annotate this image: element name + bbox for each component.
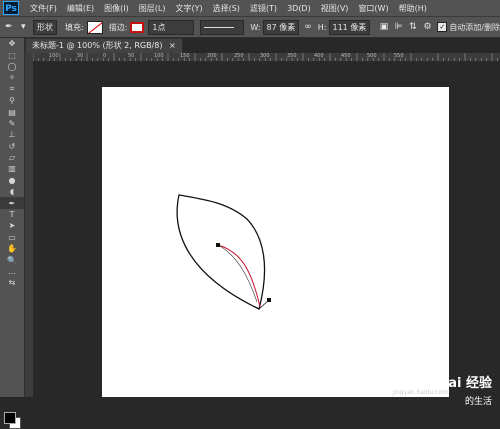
tool-mode-select[interactable]: 形状 xyxy=(33,19,57,35)
stroke-width-field[interactable]: 1点 xyxy=(148,19,195,35)
pen-tool-icon[interactable]: ✒ xyxy=(0,197,24,209)
type-tool-icon[interactable]: T xyxy=(0,209,24,220)
auto-add-delete-checkbox[interactable]: ✓ xyxy=(437,22,448,32)
dodge-tool-icon[interactable]: ◖ xyxy=(0,186,24,197)
link-icon[interactable]: ∞ xyxy=(302,21,314,33)
eraser-tool-icon[interactable]: ▱ xyxy=(0,152,24,163)
menu-view[interactable]: 视图(V) xyxy=(316,3,354,14)
stroke-label: 描边: xyxy=(108,22,128,32)
zoom-tool-icon[interactable]: 🔍 xyxy=(0,254,24,265)
history-brush-tool-icon[interactable]: ↺ xyxy=(0,141,24,152)
pen-tool-preset-icon[interactable]: ✒ xyxy=(3,21,15,33)
ruler-label: 250 xyxy=(234,53,244,59)
tools-panel: ✥ ⬚ ◯ ✧ ⌗ ⚲ ▤ ✎ ⊥ ↺ ▱ ▥ ● ◖ ✒ T ➤ ▭ ✋ 🔍 … xyxy=(0,38,25,429)
ruler-label: 300 xyxy=(260,53,270,59)
path-alignment-icon[interactable]: ⊫ xyxy=(393,21,405,33)
path-arrangement-icon[interactable]: ⇅ xyxy=(407,21,419,33)
brush-tool-icon[interactable]: ✎ xyxy=(0,118,24,129)
ruler-label: 100 xyxy=(49,53,59,59)
healing-brush-tool-icon[interactable]: ▤ xyxy=(0,106,24,117)
ruler-label: 200 xyxy=(207,53,217,59)
menu-edit[interactable]: 编辑(E) xyxy=(62,3,99,14)
menu-file[interactable]: 文件(F) xyxy=(25,3,62,14)
ruler-label: 150 xyxy=(180,53,190,59)
auto-add-delete-label: 自动添加/删除 xyxy=(449,22,500,32)
ruler-label: 450 xyxy=(341,53,351,59)
ruler-label: 100 xyxy=(154,53,164,59)
chevron-down-icon[interactable]: ▾ xyxy=(18,21,30,33)
width-field[interactable]: 87 像素 xyxy=(262,19,300,35)
ruler-label: 500 xyxy=(367,53,377,59)
menu-help[interactable]: 帮助(H) xyxy=(394,3,432,14)
color-swatches[interactable] xyxy=(4,412,21,429)
path-operations-icon[interactable]: ▣ xyxy=(378,21,390,33)
width-label: W: xyxy=(250,22,261,32)
hand-tool-icon[interactable]: ✋ xyxy=(0,243,24,254)
menu-window[interactable]: 窗口(W) xyxy=(353,3,393,14)
stroke-swatch[interactable] xyxy=(130,21,145,33)
ruler-label: 550 xyxy=(394,53,404,59)
ruler-label: 50 xyxy=(128,53,135,59)
more-tools-icon[interactable]: … xyxy=(0,266,24,277)
leaf-drawing xyxy=(176,194,271,310)
path-selection-tool-icon[interactable]: ➤ xyxy=(0,220,24,231)
clone-stamp-tool-icon[interactable]: ⊥ xyxy=(0,129,24,140)
height-label: H: xyxy=(317,22,327,32)
fill-label: 填充: xyxy=(65,22,84,32)
menu-layer[interactable]: 图层(L) xyxy=(134,3,171,14)
close-icon[interactable]: × xyxy=(169,41,176,50)
menu-filter[interactable]: 滤镜(T) xyxy=(245,3,282,14)
marquee-tool-icon[interactable]: ⬚ xyxy=(0,49,24,60)
gradient-tool-icon[interactable]: ▥ xyxy=(0,163,24,174)
document-title: 未标题-1 @ 100% (形状 2, RGB/8) xyxy=(32,41,163,50)
menu-type[interactable]: 文字(Y) xyxy=(170,3,207,14)
watermark-tagline: 的生活 xyxy=(464,397,492,407)
menu-select[interactable]: 选择(S) xyxy=(208,3,245,14)
ruler-label: 400 xyxy=(314,53,324,59)
ruler-label: 350 xyxy=(287,53,297,59)
blur-tool-icon[interactable]: ● xyxy=(0,175,24,186)
stroke-type-select[interactable] xyxy=(200,19,245,35)
menu-bar: Ps 文件(F) 编辑(E) 图像(I) 图层(L) 文字(Y) 选择(S) 滤… xyxy=(0,0,500,17)
leaf-shape-path xyxy=(176,194,266,310)
anchor-point xyxy=(216,243,220,247)
magic-wand-tool-icon[interactable]: ✧ xyxy=(0,72,24,83)
crop-tool-icon[interactable]: ⌗ xyxy=(0,84,24,95)
shape-tool-icon[interactable]: ▭ xyxy=(0,232,24,243)
gear-icon[interactable]: ⚙ xyxy=(422,21,434,33)
ruler-vertical[interactable] xyxy=(25,53,34,397)
ruler-label: 0 xyxy=(103,53,107,59)
lasso-tool-icon[interactable]: ◯ xyxy=(0,61,24,72)
menu-image[interactable]: 图像(I) xyxy=(99,3,134,14)
document-canvas[interactable] xyxy=(102,87,449,397)
ruler-label: 50 xyxy=(77,53,84,59)
leaf-vein-outline xyxy=(217,244,258,303)
options-bar: ✒ ▾ 形状 填充: 描边: 1点 W: 87 像素 ∞ H: 111 像素 ▣… xyxy=(0,17,500,38)
document-tab[interactable]: 未标题-1 @ 100% (形状 2, RGB/8) × xyxy=(25,38,183,53)
photoshop-logo: Ps xyxy=(3,1,19,15)
swap-colors-icon[interactable]: ⇆ xyxy=(0,277,24,288)
menu-3d[interactable]: 3D(D) xyxy=(282,4,316,13)
stroke-line-preview xyxy=(204,26,235,28)
foreground-color-swatch[interactable] xyxy=(4,412,16,424)
move-tool-icon[interactable]: ✥ xyxy=(0,38,24,49)
fill-swatch[interactable] xyxy=(86,20,103,34)
ruler-horizontal[interactable]: 100 50 0 50 100 150 200 250 300 350 400 … xyxy=(33,53,500,62)
height-field[interactable]: 111 像素 xyxy=(328,19,371,35)
eyedropper-tool-icon[interactable]: ⚲ xyxy=(0,95,24,106)
watermark-url: jingyan.baidu.com xyxy=(392,389,448,396)
